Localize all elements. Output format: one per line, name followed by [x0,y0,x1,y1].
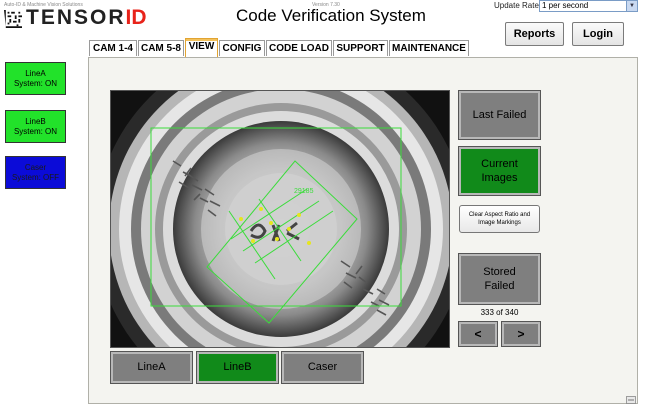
update-rate-select[interactable]: 1 per second ▼ [539,0,638,12]
select-linea-button[interactable]: LineA [110,351,193,384]
last-failed-label: Last Failed [472,109,527,121]
panel-corner-icon [626,396,636,404]
tab-config[interactable]: CONFIG [219,40,265,56]
tab-cam-5-8[interactable]: CAM 5-8 [138,40,184,56]
camera-image-viewer[interactable]: 29185 [110,90,450,348]
line-name: Caser [24,162,47,172]
next-image-button[interactable]: > [501,321,541,347]
brand-name: TENSORID [26,6,147,29]
datamatrix-icon [4,10,22,28]
login-button[interactable]: Login [572,22,624,46]
line-status: System: ON [13,78,58,88]
tab-maintenance[interactable]: MAINTENANCE [389,40,469,56]
app-title: Code Verification System [236,6,426,25]
tab-view[interactable]: VIEW [185,38,218,57]
camera-image: 29185 [111,91,449,347]
reports-button[interactable]: Reports [505,22,564,46]
select-caser-button[interactable]: Caser [281,351,364,384]
last-failed-button[interactable]: Last Failed [458,90,541,140]
tensor-id-logo: Auto-ID & Machine Vision Solutions TENSO… [4,2,164,32]
line-status: System: OFF [11,172,60,182]
caser-status-button[interactable]: Caser System: OFF [5,156,66,189]
line-name: LineA [25,68,46,78]
linea-status-button[interactable]: LineA System: ON [5,62,66,95]
stored-failed-label-1: Stored [483,266,516,278]
current-images-button[interactable]: Current Images [458,146,541,196]
image-counter: 333 of 340 [480,308,519,317]
current-images-label-2: Images [481,172,518,184]
overlay-code-label: 29185 [294,188,314,195]
line-status: System: ON [13,126,58,136]
tab-code-load[interactable]: CODE LOAD [266,40,332,56]
update-rate-value: 1 per second [542,1,589,10]
line-name: LineB [25,116,46,126]
clear-markings-button[interactable]: Clear Aspect Ratio and Image Markings [459,205,540,233]
stored-failed-label-2: Failed [484,280,515,292]
update-rate-label: Update Rate: [494,1,542,10]
current-images-label-1: Current [481,158,518,170]
select-lineb-button[interactable]: LineB [196,351,279,384]
tab-cam-1-4[interactable]: CAM 1-4 [89,40,137,56]
chevron-down-icon[interactable]: ▼ [626,1,637,11]
previous-image-button[interactable]: < [458,321,498,347]
lineb-status-button[interactable]: LineB System: ON [5,110,66,143]
tab-support[interactable]: SUPPORT [333,40,388,56]
stored-failed-button[interactable]: Stored Failed [458,253,541,305]
